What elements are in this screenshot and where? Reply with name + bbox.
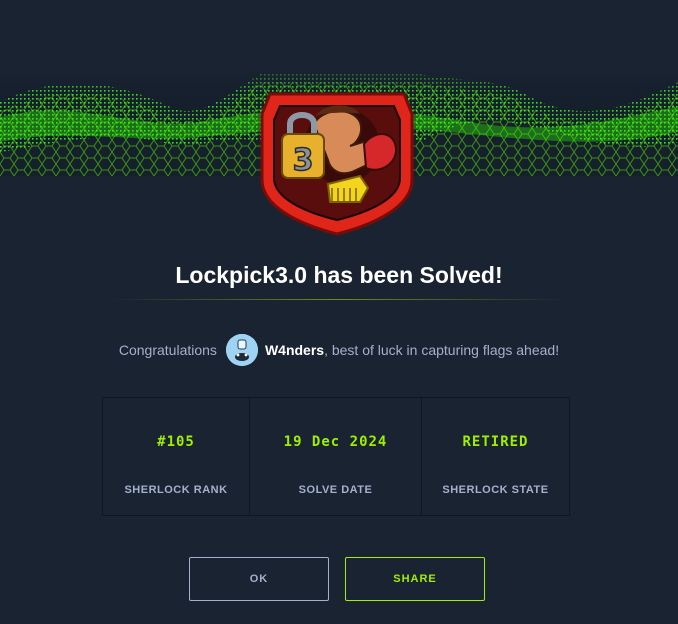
- stat-solve-date-value: 19 Dec 2024: [283, 434, 388, 450]
- stat-rank-label: SHERLOCK RANK: [124, 484, 228, 496]
- stat-rank: #105 SHERLOCK RANK: [103, 398, 249, 515]
- username-link[interactable]: W4nders: [265, 342, 324, 358]
- lock-shield-badge: 3: [256, 84, 418, 236]
- solved-title: Lockpick3.0 has been Solved!: [175, 262, 503, 288]
- stat-state-label: SHERLOCK STATE: [442, 484, 549, 496]
- ok-button[interactable]: OK: [189, 557, 329, 601]
- share-button[interactable]: SHARE: [345, 557, 485, 601]
- stat-state: RETIRED SHERLOCK STATE: [421, 398, 569, 515]
- stat-solve-date-label: SOLVE DATE: [298, 484, 373, 496]
- congrats-suffix: , best of luck in capturing flags ahead!: [324, 342, 560, 358]
- badge-number: 3: [293, 143, 314, 178]
- stats-panel: #105 SHERLOCK RANK 19 Dec 2024 SOLVE DAT…: [102, 397, 570, 516]
- congrats-message: Congratulations W4nders , best of luck i…: [0, 332, 678, 368]
- user-avatar[interactable]: [225, 334, 258, 366]
- stat-solve-date: 19 Dec 2024 SOLVE DATE: [249, 398, 421, 515]
- solved-modal: 3 Lockpick3.0 has been Solved! Congratul…: [0, 0, 678, 624]
- title-divider: [110, 299, 568, 300]
- congrats-prefix: Congratulations: [118, 342, 217, 358]
- stat-state-value: RETIRED: [462, 434, 529, 450]
- stat-rank-value: #105: [157, 434, 195, 450]
